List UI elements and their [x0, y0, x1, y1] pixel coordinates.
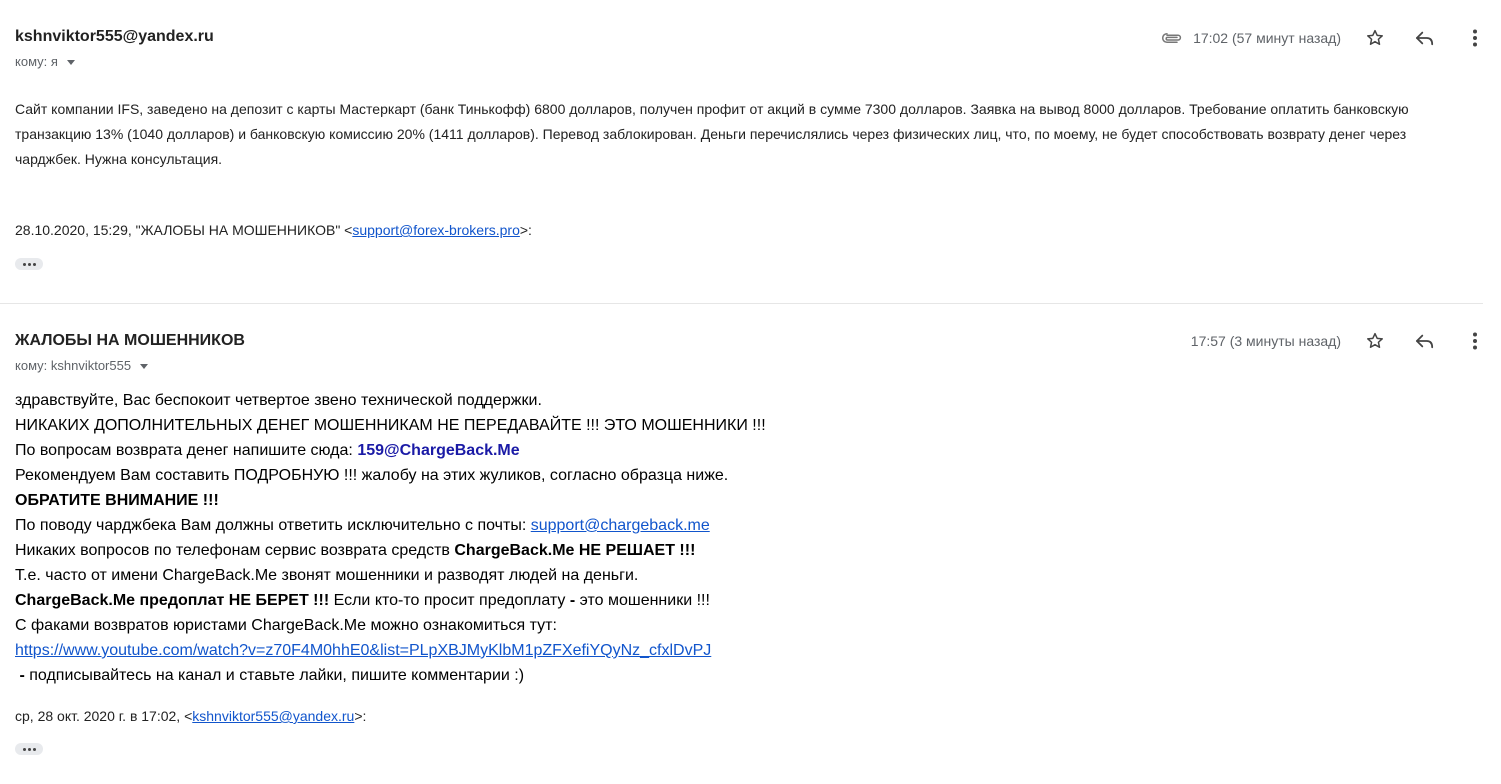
body-line: НИКАКИХ ДОПОЛНИТЕЛЬНЫХ ДЕНЕГ МОШЕННИКАМ …: [15, 417, 766, 434]
body-line: Т.е. часто от имени ChargeBack.Me звонят…: [15, 567, 639, 584]
quote-prefix: 28.10.2020, 15:29, "ЖАЛОБЫ НА МОШЕННИКОВ…: [15, 222, 353, 238]
message-time: 17:02 (57 минут назад): [1193, 30, 1341, 46]
message-time: 17:57 (3 минуты назад): [1190, 333, 1341, 349]
body-line: https://www.youtube.com/watch?v=z70F4M0h…: [15, 638, 766, 663]
chevron-down-icon[interactable]: [140, 363, 149, 369]
more-vert-icon[interactable]: [1455, 321, 1495, 361]
ellipsis-icon[interactable]: [15, 743, 43, 755]
body-line: ChargeBack.Me предоплат НЕ БЕРЕТ !!! Есл…: [15, 588, 766, 613]
message-actions: 17:02 (57 минут назад): [1161, 18, 1495, 58]
recipient-row[interactable]: кому: я: [15, 54, 75, 69]
paperclip-icon: [1161, 32, 1183, 44]
body-line: - подписывайтесь на канал и ставьте лайк…: [15, 663, 766, 688]
message-2: ЖАЛОБЫ НА МОШЕННИКОВ кому: kshnviktor555…: [0, 304, 1501, 784]
support-email-link[interactable]: support@chargeback.me: [531, 517, 710, 534]
more-vert-icon[interactable]: [1455, 18, 1495, 58]
line-text: По вопросам возврата денег напишите сюда…: [15, 442, 358, 459]
quote-suffix: >:: [354, 708, 367, 724]
quote-suffix: >:: [519, 222, 532, 238]
sender-name[interactable]: kshnviktor555@yandex.ru: [15, 28, 214, 46]
body-line: По вопросам возврата денег напишите сюда…: [15, 438, 766, 463]
quote-email-link[interactable]: kshnviktor555@yandex.ru: [192, 708, 354, 724]
ellipsis-icon[interactable]: [15, 258, 43, 270]
quote-email-link[interactable]: support@forex-brokers.pro: [352, 222, 520, 238]
reply-icon[interactable]: [1405, 18, 1445, 58]
line-text: это мошенники !!!: [575, 592, 710, 609]
recipient-label: кому: я: [15, 54, 58, 69]
youtube-link[interactable]: https://www.youtube.com/watch?v=z70F4M0h…: [15, 642, 711, 659]
line-text: Если кто-то просит предоплату: [329, 592, 570, 609]
body-line: Никаких вопросов по телефонам сервис воз…: [15, 538, 766, 563]
star-icon[interactable]: [1355, 18, 1395, 58]
message-body: здравствуйте, Вас беспокоит четвертое зв…: [15, 388, 766, 688]
body-line: Рекомендуем Вам составить ПОДРОБНУЮ !!! …: [15, 467, 729, 484]
message-actions: 17:57 (3 минуты назад): [1191, 321, 1495, 361]
message-body: Сайт компании IFS, заведено на депозит с…: [15, 101, 1409, 167]
sender-name[interactable]: ЖАЛОБЫ НА МОШЕННИКОВ: [15, 332, 245, 350]
bold-text: ChargeBack.Me предоплат НЕ БЕРЕТ !!!: [15, 592, 330, 609]
message-1: kshnviktor555@yandex.ru кому: я 17:02 (5…: [0, 0, 1501, 303]
line-text: По поводу чарджбека Вам должны ответить …: [15, 517, 531, 534]
quote-header: ср, 28 окт. 2020 г. в 17:02, <kshnviktor…: [15, 708, 366, 724]
attention-heading: ОБРАТИТЕ ВНИМАНИЕ !!!: [15, 492, 219, 509]
recipient-label: кому: kshnviktor555: [15, 358, 132, 373]
chevron-down-icon[interactable]: [66, 59, 75, 65]
body-line: С факами возвратов юристами ChargeBack.M…: [15, 617, 557, 634]
quote-header: 28.10.2020, 15:29, "ЖАЛОБЫ НА МОШЕННИКОВ…: [15, 222, 532, 238]
body-line: По поводу чарджбека Вам должны ответить …: [15, 513, 766, 538]
reply-icon[interactable]: [1405, 321, 1445, 361]
quote-prefix: ср, 28 окт. 2020 г. в 17:02, <: [15, 708, 193, 724]
body-line: ОБРАТИТЕ ВНИМАНИЕ !!!: [15, 488, 766, 513]
recipient-row[interactable]: кому: kshnviktor555: [15, 358, 149, 373]
refund-email: 159@ChargeBack.Me: [357, 442, 520, 459]
body-line: здравствуйте, Вас беспокоит четвертое зв…: [15, 392, 542, 409]
line-text: подписывайтесь на канал и ставьте лайки,…: [24, 667, 525, 684]
bold-text: ChargeBack.Me НЕ РЕШАЕТ !!!: [454, 542, 696, 559]
bold-text: -: [15, 667, 25, 684]
star-icon[interactable]: [1355, 321, 1395, 361]
line-text: Никаких вопросов по телефонам сервис воз…: [15, 542, 455, 559]
